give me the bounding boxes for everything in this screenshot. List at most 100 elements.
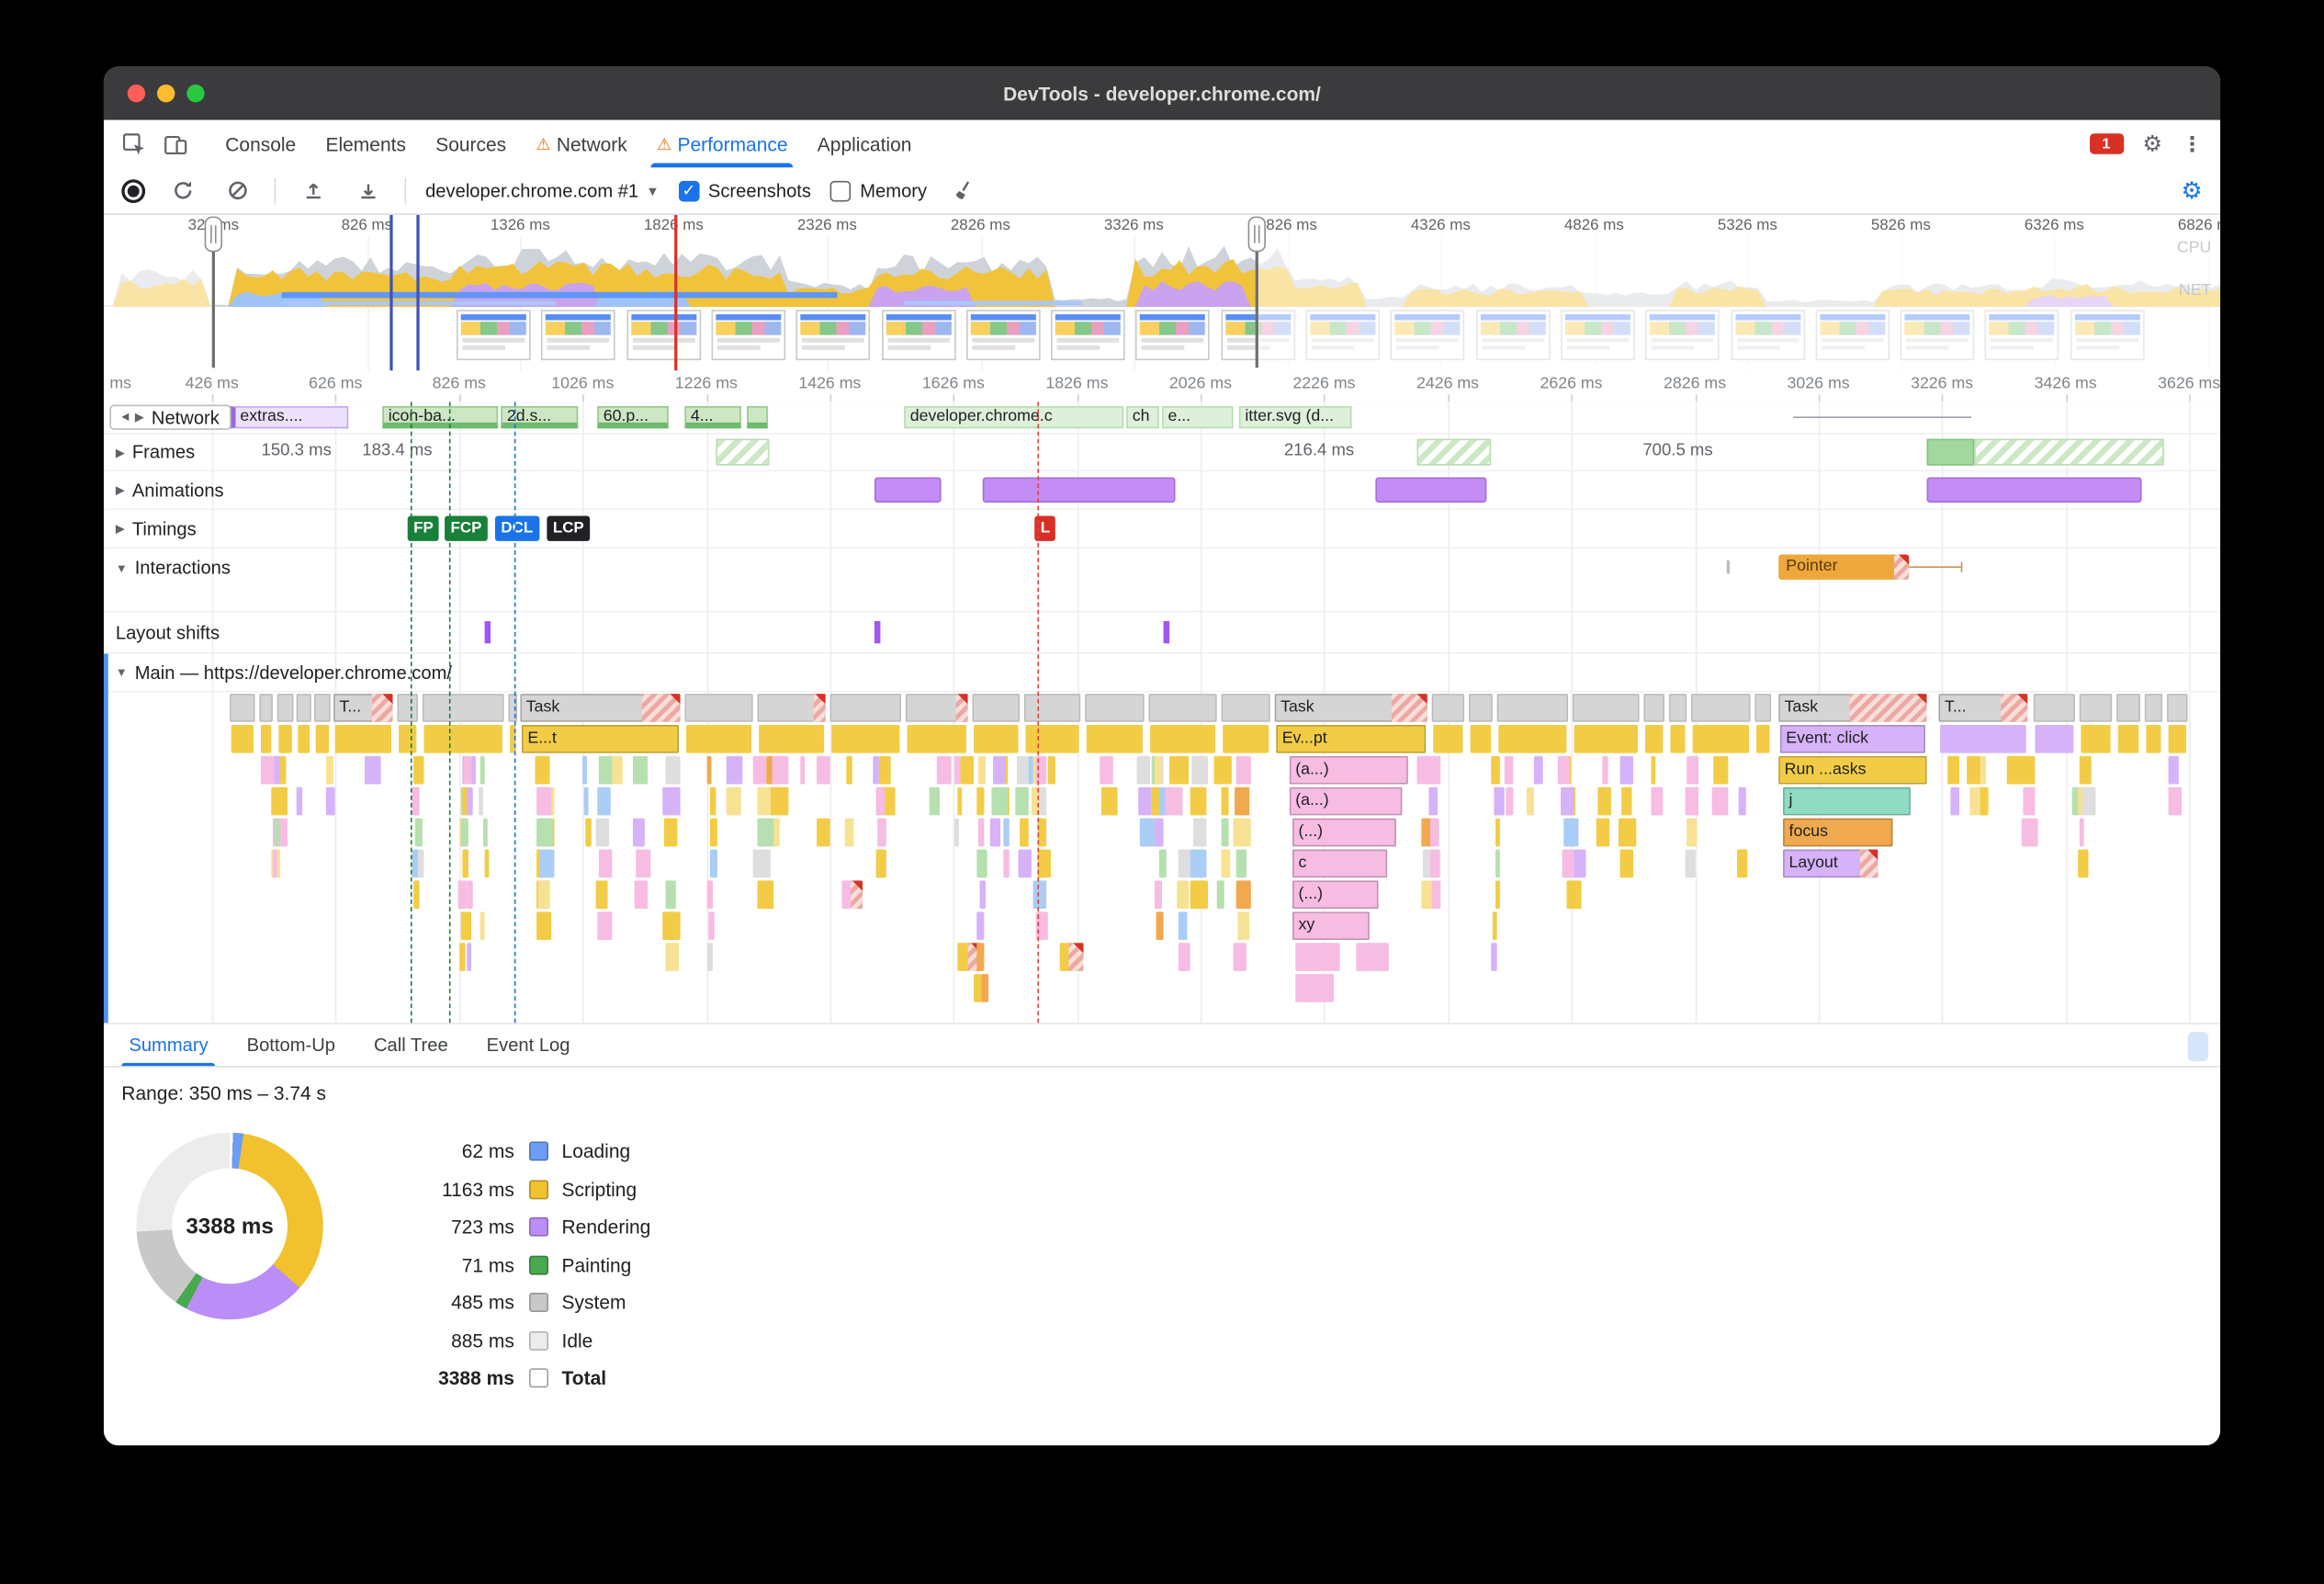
network-request-bar[interactable]: e... — [1161, 406, 1234, 429]
flame-bar[interactable] — [325, 755, 334, 785]
flame-bar[interactable] — [1086, 725, 1144, 753]
flame-bar[interactable] — [875, 786, 886, 816]
flame-bar[interactable] — [1233, 818, 1251, 847]
flame-bar[interactable] — [1980, 786, 1988, 816]
flame-bar[interactable] — [817, 755, 830, 785]
flame-bar[interactable] — [536, 786, 552, 816]
flame-bar[interactable] — [1691, 694, 1751, 722]
flame-bar[interactable] — [1685, 849, 1696, 878]
flame-bar[interactable] — [771, 786, 789, 816]
network-request-bar[interactable]: ch — [1126, 406, 1159, 429]
flame-bar[interactable] — [665, 880, 676, 910]
flame-bar[interactable] — [1645, 725, 1664, 753]
reload-and-record-icon[interactable] — [164, 173, 200, 209]
flame-bar[interactable] — [752, 849, 772, 878]
chevron-right-icon[interactable]: ▶ — [116, 522, 125, 536]
flame-bar[interactable] — [844, 818, 854, 847]
flame-bar[interactable] — [1190, 786, 1207, 816]
flame-bar[interactable] — [759, 725, 825, 753]
flame-bar-labeled[interactable]: Task — [1778, 694, 1927, 722]
flame-bar[interactable] — [2168, 725, 2186, 753]
filmstrip-screenshot[interactable] — [1134, 310, 1210, 361]
flame-bar[interactable] — [231, 725, 254, 753]
flame-bar[interactable] — [976, 849, 987, 878]
filmstrip-screenshot[interactable] — [1050, 310, 1125, 361]
flame-bar[interactable] — [1178, 943, 1190, 971]
flame-bar[interactable] — [1100, 786, 1118, 816]
error-count-badge[interactable]: 1 — [2089, 133, 2124, 154]
frame-segment[interactable] — [716, 438, 770, 466]
flame-bar[interactable] — [1163, 786, 1183, 816]
flame-bar[interactable] — [1496, 694, 1569, 722]
flame-bar[interactable] — [271, 786, 279, 816]
bottom-tab-summary[interactable]: Summary — [109, 1024, 227, 1067]
flame-bar[interactable] — [977, 818, 985, 847]
flame-bar[interactable] — [325, 786, 335, 816]
layout-shift-mark[interactable] — [874, 621, 881, 644]
flame-bar[interactable] — [2006, 755, 2024, 785]
flame-bar[interactable] — [1533, 755, 1543, 785]
record-button[interactable] — [121, 178, 146, 203]
timing-badge-dcl[interactable]: DCL — [494, 515, 539, 541]
flame-bar[interactable] — [726, 786, 741, 816]
filmstrip-screenshot[interactable] — [966, 310, 1041, 361]
flame-bar[interactable] — [484, 849, 490, 878]
flame-bar[interactable] — [1495, 849, 1500, 878]
flame-bar[interactable] — [260, 725, 272, 753]
flame-bar[interactable] — [1491, 943, 1497, 971]
flame-bar-labeled[interactable]: E...t — [521, 725, 679, 753]
flame-bar[interactable] — [1711, 786, 1729, 816]
bottom-scrollbar-thumb[interactable] — [2187, 1032, 2209, 1062]
flame-bar[interactable] — [1498, 725, 1567, 753]
flame-bar[interactable] — [1178, 849, 1190, 878]
flame-bar[interactable] — [993, 755, 1005, 785]
flame-bar[interactable] — [936, 755, 952, 785]
flame-bar[interactable] — [2081, 725, 2111, 753]
filmstrip-screenshot[interactable] — [626, 310, 702, 361]
flame-bar[interactable] — [467, 880, 473, 910]
flame-bar[interactable] — [1221, 849, 1231, 878]
flame-bar[interactable] — [960, 755, 975, 785]
flame-bar-labeled[interactable]: (a...) — [1289, 755, 1408, 785]
flame-bar[interactable] — [1737, 849, 1748, 878]
flame-bar[interactable] — [976, 786, 985, 816]
flame-bar[interactable] — [1428, 786, 1438, 816]
flame-bar[interactable] — [1980, 755, 1987, 785]
flame-bar[interactable] — [413, 880, 420, 910]
layout-shifts-track-label[interactable]: Layout shifts — [104, 612, 220, 652]
flame-bar[interactable] — [1430, 818, 1439, 847]
flame-bar[interactable] — [829, 694, 902, 722]
flame-bar[interactable] — [1190, 849, 1207, 878]
flame-bar[interactable] — [2021, 818, 2038, 847]
flame-bar[interactable] — [1158, 786, 1166, 816]
filmstrip-screenshot[interactable] — [882, 310, 956, 361]
flame-bar[interactable] — [296, 786, 303, 816]
flame-bar[interactable] — [875, 849, 886, 878]
flame-bar[interactable] — [2116, 694, 2140, 722]
flame-bar[interactable] — [1572, 694, 1640, 722]
flame-bar[interactable] — [726, 755, 743, 785]
bottom-tab-calltree[interactable]: Call Tree — [355, 1024, 468, 1066]
flame-bar-labeled[interactable]: Task — [520, 694, 681, 722]
flame-bar[interactable] — [1754, 694, 1772, 722]
flame-bar[interactable] — [1178, 911, 1188, 940]
flame-bar[interactable] — [1085, 694, 1145, 722]
flame-bar[interactable] — [259, 694, 273, 722]
flame-bar[interactable] — [1563, 818, 1579, 847]
flame-bar[interactable] — [1597, 786, 1611, 816]
flame-bar[interactable] — [1221, 786, 1229, 816]
flame-bar[interactable] — [709, 818, 717, 847]
memory-checkbox-group[interactable]: Memory — [829, 180, 927, 201]
flame-bar[interactable] — [1235, 755, 1251, 785]
flame-bar-labeled[interactable]: xy — [1292, 911, 1370, 940]
flame-bar[interactable] — [459, 943, 466, 971]
flame-bar[interactable] — [1504, 755, 1514, 785]
collapse-track-icon[interactable]: ◂ — [121, 409, 129, 425]
flame-bar[interactable] — [1643, 694, 1664, 722]
flame-bar[interactable] — [1651, 755, 1656, 785]
flame-bar[interactable] — [1059, 943, 1084, 971]
flame-bar[interactable] — [1148, 694, 1217, 722]
flame-bar[interactable] — [974, 725, 1019, 753]
clear-recording-icon[interactable] — [220, 173, 255, 209]
flame-bar[interactable] — [974, 974, 982, 1002]
